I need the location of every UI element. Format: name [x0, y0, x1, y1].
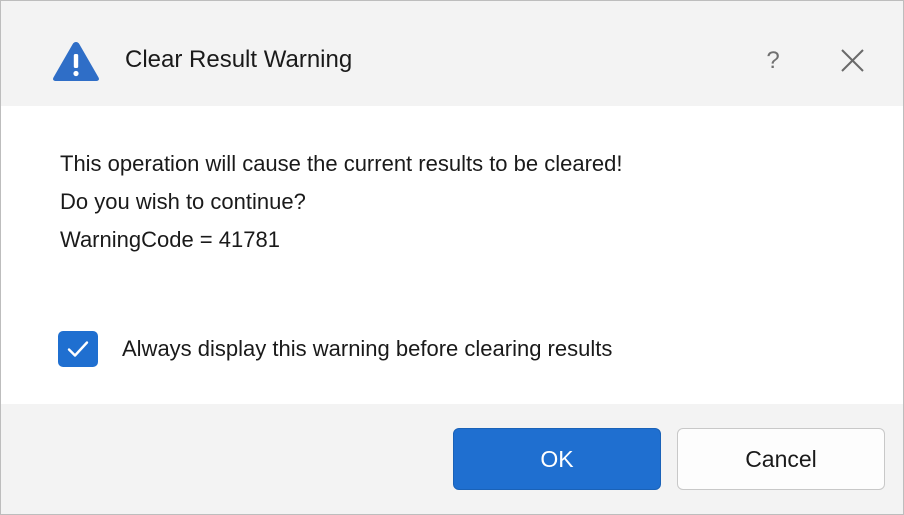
close-icon	[841, 49, 864, 72]
checkbox-label[interactable]: Always display this warning before clear…	[122, 336, 612, 362]
message-line: Do you wish to continue?	[60, 189, 306, 214]
dialog-title: Clear Result Warning	[125, 46, 353, 73]
ok-button[interactable]: OK	[453, 428, 661, 490]
always-display-warning-checkbox[interactable]	[58, 331, 98, 367]
warning-code-line: WarningCode = 41781	[60, 227, 280, 252]
cancel-button[interactable]: Cancel	[677, 428, 885, 490]
clear-result-warning-dialog: Clear Result Warning ? This operation wi…	[0, 0, 904, 515]
warning-message: This operation will cause the current re…	[60, 145, 623, 259]
help-button[interactable]: ?	[753, 41, 793, 81]
always-display-warning-option[interactable]: Always display this warning before clear…	[58, 331, 612, 367]
dialog-titlebar: Clear Result Warning ?	[1, 1, 903, 106]
warning-triangle-icon	[53, 42, 99, 81]
close-button[interactable]	[831, 41, 873, 81]
message-line: This operation will cause the current re…	[60, 151, 623, 176]
dialog-footer: OK Cancel	[1, 404, 903, 514]
checkmark-icon	[67, 341, 89, 357]
